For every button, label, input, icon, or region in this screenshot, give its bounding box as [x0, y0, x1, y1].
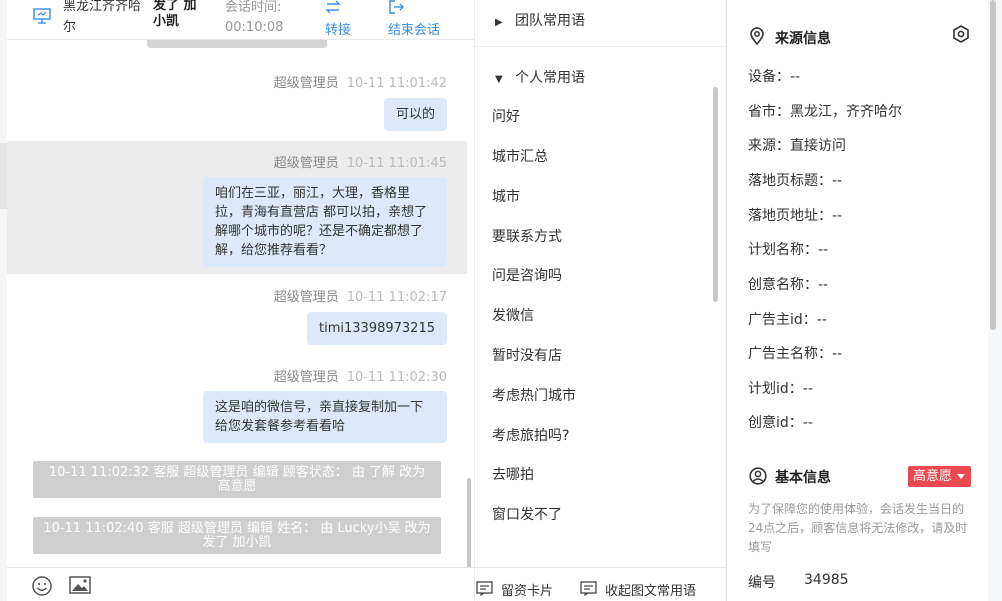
phrase-item[interactable]: 窗口发不了 [492, 504, 562, 524]
visitor-name: 发了 加 小凯 [153, 0, 197, 29]
message-meta: 超级管理员 10-11 11:01:45 [274, 152, 447, 171]
info-scrollbar[interactable] [990, 0, 996, 330]
phrases-scrollbar[interactable] [713, 87, 718, 302]
intent-level-select[interactable]: 高意愿 [908, 466, 971, 487]
phrase-item[interactable]: 要联系方式 [492, 226, 562, 246]
phrase-item[interactable]: 城市汇总 [492, 146, 548, 166]
chat-workspace: 黑龙江齐齐哈尔 发了 加 小凯 会话时间: 00:10:08 转接 结束会话 超… [0, 0, 1002, 601]
quick-phrases-panel: ▶ 团队常用语 ▼ 个人常用语 问好 城市汇总 城市 要联系方式 问是咨询吗 发微信… [474, 0, 726, 601]
user-icon [749, 467, 767, 485]
system-message: 10-11 11:02:32 客服 超级管理员 编辑 顾客状态： 由 了解 改为… [33, 461, 441, 498]
transfer-icon[interactable] [325, 0, 341, 14]
info-card-button[interactable]: 留资卡片 [476, 580, 554, 599]
source-field: 设备：-- [748, 69, 801, 85]
number-value: 34985 [804, 572, 849, 588]
image-icon[interactable] [69, 575, 91, 595]
phrase-item[interactable]: 去哪拍 [492, 464, 534, 484]
customer-info-panel: 来源信息 设备：-- 省市：黑龙江，齐齐哈尔 来源：直接访问 落地页标题：-- … [726, 0, 988, 601]
intent-level-label: 高意愿 [913, 469, 953, 484]
phrase-item[interactable]: 城市 [492, 186, 520, 206]
collapse-phrases-button[interactable]: 收起图文常用语 [580, 580, 697, 599]
chat-input-toolbar [7, 567, 474, 601]
settings-icon[interactable] [952, 25, 970, 43]
caret-down-icon: ▼ [495, 74, 503, 85]
message-sender: 超级管理员 [273, 76, 339, 91]
phrase-group-team[interactable]: ▶ 团队常用语 [495, 10, 585, 30]
caret-down-icon [957, 474, 965, 479]
source-field: 来源：直接访问 [748, 138, 846, 154]
message-sender: 超级管理员 [273, 290, 339, 305]
location-pin-icon [750, 27, 764, 45]
end-session-icon[interactable] [388, 0, 404, 14]
session-time: 00:10:08 [225, 20, 284, 35]
message-bubble: timi13398973215 [307, 312, 447, 345]
phrase-item[interactable]: 问好 [492, 106, 520, 126]
message-bubble: 可以的 [383, 98, 447, 131]
phrase-group-label: 个人常用语 [515, 70, 585, 86]
phrases-toolbar: 留资卡片 收起图文常用语 [475, 567, 726, 601]
source-info-title: 来源信息 [775, 31, 831, 47]
session-time-label: 会话时间: [225, 0, 282, 15]
phrase-item[interactable]: 暂时没有店 [492, 345, 562, 365]
message-time: 10-11 11:01:42 [346, 76, 447, 91]
message-time: 10-11 11:02:30 [346, 370, 447, 385]
message-time: 10-11 11:02:17 [346, 290, 447, 305]
message-meta: 超级管理员 10-11 11:01:42 [274, 72, 447, 91]
edit-notice: 为了保障您的使用体验，会话发生当日的24点之后，顾客信息将无法修改，请及时填写 [748, 502, 968, 554]
phrase-group-personal[interactable]: ▼ 个人常用语 [495, 67, 585, 87]
phrase-item[interactable]: 问是咨询吗 [492, 265, 562, 285]
end-session-button[interactable]: 结束会话 [388, 19, 440, 38]
transfer-button[interactable]: 转接 [325, 19, 351, 38]
source-field: 计划名称：-- [748, 242, 829, 258]
message-icon [580, 581, 597, 596]
message-meta: 超级管理员 10-11 11:02:30 [274, 366, 447, 385]
message-meta: 超级管理员 10-11 11:02:17 [274, 286, 447, 305]
monitor-icon [33, 8, 51, 24]
source-field: 广告主id：-- [748, 312, 827, 328]
phrase-item[interactable]: 考虑热门城市 [492, 385, 576, 405]
message-sender: 超级管理员 [273, 370, 339, 385]
source-field: 计划id：-- [748, 381, 813, 397]
emoji-icon[interactable] [31, 575, 53, 597]
number-label: 编号 [748, 575, 776, 591]
message-time: 10-11 11:01:45 [346, 156, 447, 171]
message-bubble: 咱们在三亚，丽江，大理，香格里拉，青海有直营店 都可以拍，亲想了解哪个城市的呢？… [203, 177, 447, 267]
chat-scrollbar[interactable] [467, 478, 471, 568]
phrase-item[interactable]: 考虑旅拍吗? [492, 425, 569, 445]
card-icon [476, 581, 493, 596]
phrase-group-label: 团队常用语 [515, 13, 585, 29]
chat-header: 黑龙江齐齐哈尔 发了 加 小凯 会话时间: 00:10:08 转接 结束会话 [7, 0, 474, 40]
caret-right-icon: ▶ [495, 17, 503, 28]
system-message: 10-11 11:02:40 客服 超级管理员 编辑 姓名： 由 Lucky小吴… [33, 517, 441, 554]
phrase-item[interactable]: 发微信 [492, 305, 534, 325]
message-sender: 超级管理员 [273, 156, 339, 171]
info-card-label: 留资卡片 [501, 584, 554, 599]
left-edge-strip [0, 143, 7, 209]
chat-panel: 黑龙江齐齐哈尔 发了 加 小凯 会话时间: 00:10:08 转接 结束会话 超… [7, 0, 474, 601]
source-field: 创意名称：-- [748, 277, 829, 293]
source-field: 落地页标题：-- [748, 173, 843, 189]
message-bubble: 这是咱的微信号，亲直接复制加一下给您发套餐参考看看哈 [203, 391, 447, 443]
source-field: 创意id：-- [748, 415, 813, 431]
visitor-location: 黑龙江齐齐哈尔 [63, 0, 142, 35]
basic-info-title: 基本信息 [775, 470, 831, 486]
collapse-phrases-label: 收起图文常用语 [605, 584, 697, 599]
divider [475, 46, 726, 47]
source-field: 广告主名称：-- [748, 346, 843, 362]
source-field: 落地页地址：-- [748, 208, 843, 224]
source-field: 省市：黑龙江，齐齐哈尔 [748, 104, 902, 120]
